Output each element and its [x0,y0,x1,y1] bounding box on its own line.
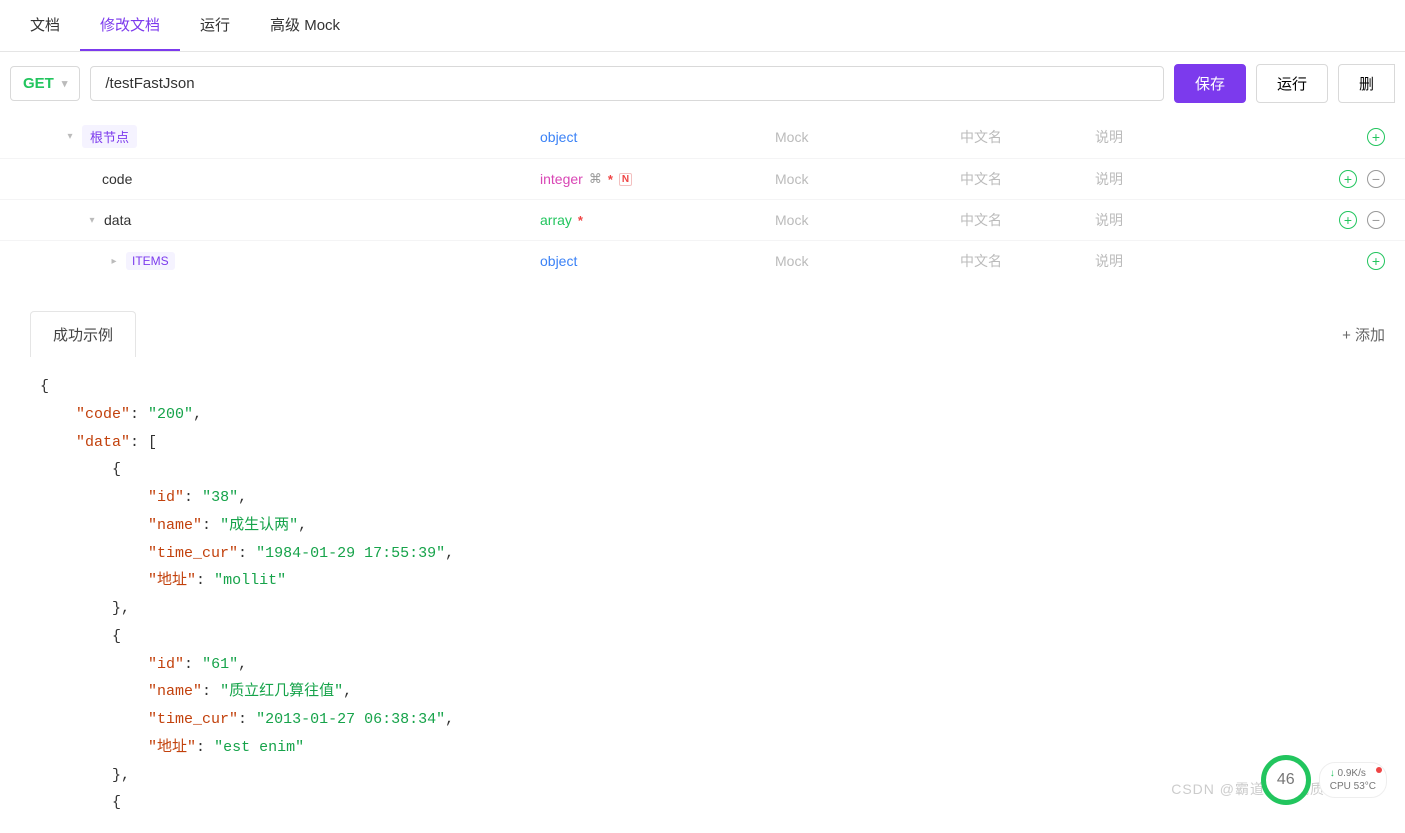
chevron-down-icon: ▾ [62,77,68,90]
cn-name-placeholder[interactable]: 中文名 [960,127,1095,147]
required-icon: * [578,213,583,228]
schema-table: ▾ 根节点 object Mock 中文名 说明 + code integer … [0,115,1405,281]
remove-icon[interactable]: − [1367,211,1385,229]
mock-placeholder[interactable]: Mock [775,212,960,228]
json-example[interactable]: { "code": "200", "data": [ { "id": "38",… [0,357,1405,833]
field-name: code [102,171,132,187]
type-label: object [540,129,577,145]
schema-row-code: code integer ⌘ * N Mock 中文名 说明 + − [0,158,1405,199]
schema-row-data: ▾ data array * Mock 中文名 说明 + − [0,199,1405,240]
tab-success-example[interactable]: 成功示例 [30,311,136,357]
run-button[interactable]: 运行 [1256,64,1328,103]
add-icon[interactable]: + [1367,128,1385,146]
tab-advanced-mock[interactable]: 高级 Mock [250,0,360,51]
delete-button[interactable]: 删 [1338,64,1395,103]
root-node-label: 根节点 [82,125,137,148]
schema-row-items: ▸ ITEMS object Mock 中文名 说明 + [0,240,1405,281]
items-label: ITEMS [126,252,175,270]
add-icon[interactable]: + [1339,170,1357,188]
settings-icon[interactable]: ⌘ [589,171,602,187]
system-monitor-widget: 46 ↓ 0.9K/s CPU 53°C [1261,755,1387,805]
desc-placeholder[interactable]: 说明 [1095,127,1285,147]
cn-name-placeholder[interactable]: 中文名 [960,251,1095,271]
nullable-icon: N [619,173,632,186]
mock-placeholder[interactable]: Mock [775,129,960,145]
required-icon: * [608,172,613,187]
tab-run[interactable]: 运行 [180,0,250,51]
net-stats: ↓ 0.9K/s CPU 53°C [1319,762,1387,798]
http-method-select[interactable]: GET ▾ [10,66,80,101]
field-name: data [104,212,131,228]
chevron-down-icon[interactable]: ▾ [86,215,98,226]
remove-icon[interactable]: − [1367,170,1385,188]
cn-name-placeholder[interactable]: 中文名 [960,169,1095,189]
mock-placeholder[interactable]: Mock [775,253,960,269]
type-label: object [540,253,577,269]
cn-name-placeholder[interactable]: 中文名 [960,210,1095,230]
save-button[interactable]: 保存 [1174,64,1246,103]
add-example-button[interactable]: + 添加 [1342,324,1385,345]
desc-placeholder[interactable]: 说明 [1095,251,1285,271]
desc-placeholder[interactable]: 说明 [1095,169,1285,189]
add-icon[interactable]: + [1367,252,1385,270]
example-tabs: 成功示例 + 添加 [0,311,1405,357]
chevron-right-icon[interactable]: ▸ [108,256,120,267]
request-bar: GET ▾ 保存 运行 删 [0,52,1405,115]
desc-placeholder[interactable]: 说明 [1095,210,1285,230]
http-method-label: GET [23,75,54,92]
mock-placeholder[interactable]: Mock [775,171,960,187]
chevron-down-icon[interactable]: ▾ [64,131,76,142]
type-label: integer [540,171,583,187]
type-label: array [540,212,572,228]
add-icon[interactable]: + [1339,211,1357,229]
url-input[interactable] [90,66,1164,101]
gauge-icon: 46 [1261,755,1311,805]
tab-edit-doc[interactable]: 修改文档 [80,0,180,51]
top-tabs: 文档 修改文档 运行 高级 Mock [0,0,1405,52]
tab-doc[interactable]: 文档 [10,0,80,51]
schema-row-root: ▾ 根节点 object Mock 中文名 说明 + [0,115,1405,158]
